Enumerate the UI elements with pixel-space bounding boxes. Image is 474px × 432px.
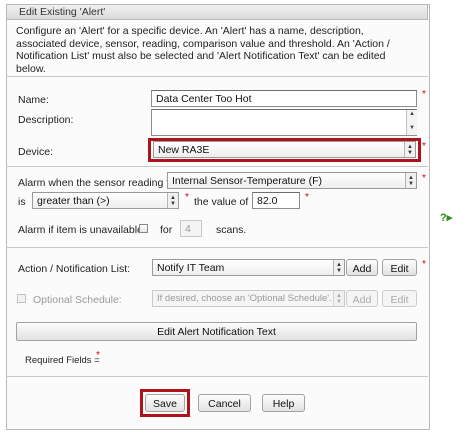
description-scrollbar[interactable]: ▲ ▼ [406, 110, 417, 135]
action-list-select-value: Notify IT Team [157, 262, 225, 274]
required-fields-note: Required Fields = [25, 355, 100, 366]
question-arrow-icon[interactable]: ?▸ [440, 211, 452, 224]
schedule-checkbox[interactable] [17, 294, 26, 303]
comparison-select-value: greater than (>) [37, 195, 110, 207]
select-arrows-icon: ▲ ▼ [167, 193, 178, 208]
save-highlight [140, 389, 190, 417]
unavailable-label: Alarm if item is unavailable: [18, 224, 146, 236]
required-asterisk: * [96, 350, 100, 361]
threshold-input[interactable]: 82.0 [252, 192, 300, 209]
alarm-label: Alarm when the sensor reading for [18, 177, 179, 189]
scans-label: scans. [216, 224, 247, 236]
add-schedule-button[interactable]: Add [346, 290, 378, 307]
schedule-label: Optional Schedule: [33, 294, 122, 306]
name-input[interactable]: Data Center Too Hot [151, 90, 417, 107]
sensor-select-value: Internal Sensor-Temperature (F) [172, 175, 322, 187]
edit-notification-text-button[interactable]: Edit Alert Notification Text [16, 322, 417, 341]
required-asterisk: * [422, 259, 426, 270]
for-label: for [160, 224, 173, 236]
select-arrows-icon: ▲ ▼ [405, 173, 416, 188]
comparison-select[interactable]: greater than (>) ▲ ▼ [32, 192, 179, 209]
add-action-button[interactable]: Add [346, 259, 378, 276]
divider [6, 166, 428, 167]
edit-action-button[interactable]: Edit [382, 259, 417, 276]
schedule-select[interactable]: If desired, choose an 'Optional Schedule… [152, 290, 345, 307]
is-label: is [18, 196, 26, 208]
help-button[interactable]: Help [262, 394, 305, 412]
value-of-label: the value of [194, 196, 249, 208]
required-asterisk: * [422, 173, 426, 184]
name-label: Name: [18, 94, 49, 106]
action-list-select[interactable]: Notify IT Team ▲ ▼ [152, 259, 345, 276]
device-highlight [148, 138, 421, 162]
edit-schedule-button[interactable]: Edit [382, 290, 417, 307]
divider [6, 376, 428, 377]
scroll-up-icon[interactable]: ▲ [407, 111, 417, 117]
device-label: Device: [18, 146, 54, 158]
action-list-label: Action / Notification List: [18, 263, 131, 275]
description-label: Description: [18, 114, 74, 126]
required-asterisk: * [422, 89, 426, 100]
required-asterisk: * [185, 192, 189, 203]
cancel-button[interactable]: Cancel [198, 394, 251, 412]
divider [6, 247, 428, 248]
sensor-select[interactable]: Internal Sensor-Temperature (F) ▲ ▼ [167, 172, 417, 189]
unavailable-checkbox[interactable] [139, 224, 148, 233]
intro-text: Configure an 'Alert' for a specific devi… [16, 25, 390, 75]
description-textarea[interactable] [151, 109, 417, 136]
select-arrows-icon: ▲ ▼ [333, 291, 344, 306]
required-asterisk: * [422, 141, 426, 152]
scroll-down-icon[interactable]: ▼ [407, 125, 417, 131]
select-arrows-icon: ▲ ▼ [333, 260, 344, 275]
title-bar: Edit Existing 'Alert' [6, 4, 428, 20]
window-title: Edit Existing 'Alert' [19, 6, 106, 18]
scans-input[interactable]: 4 [180, 220, 202, 237]
required-asterisk: * [305, 192, 309, 203]
divider [6, 76, 428, 77]
schedule-select-placeholder: If desired, choose an 'Optional Schedule… [157, 293, 332, 304]
